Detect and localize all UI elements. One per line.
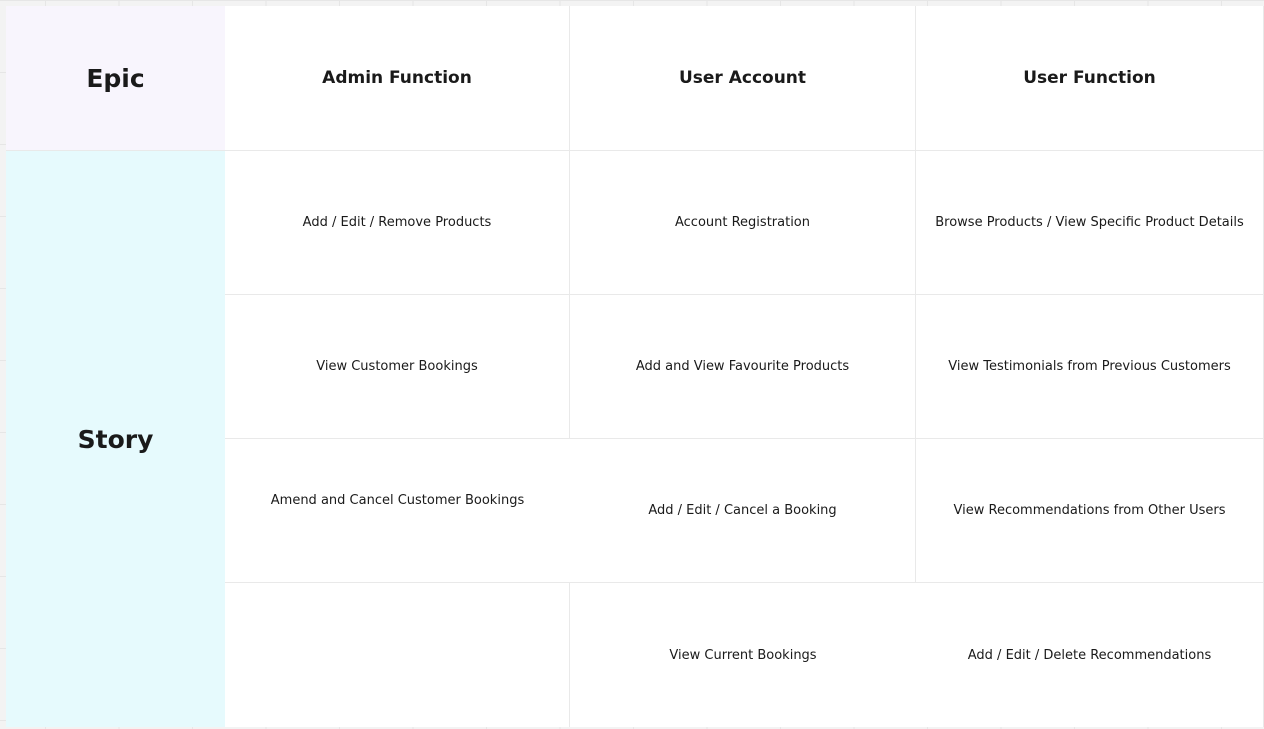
story-cell[interactable]: View Customer Bookings [225, 295, 570, 439]
story-cell[interactable]: Add and View Favourite Products [570, 295, 916, 439]
story-cell[interactable]: Browse Products / View Specific Product … [916, 151, 1263, 295]
story-cell[interactable]: Add / Edit / Cancel a Booking [570, 439, 916, 583]
story-label[interactable]: Story [6, 151, 225, 727]
story-cell[interactable]: View Recommendations from Other Users [916, 439, 1263, 583]
epic-label[interactable]: Epic [6, 6, 225, 151]
story-cell[interactable]: Account Registration [570, 151, 916, 295]
story-cell[interactable]: Add / Edit / Delete Recommendations [916, 583, 1263, 727]
epic-user-function[interactable]: User Function [916, 6, 1263, 151]
story-cell[interactable]: View Current Bookings [570, 583, 916, 727]
epic-story-board: Epic Admin Function User Account User Fu… [6, 6, 1264, 727]
story-cell-empty[interactable] [225, 583, 570, 727]
epic-admin-function[interactable]: Admin Function [225, 6, 570, 151]
story-cell[interactable]: View Testimonials from Previous Customer… [916, 295, 1263, 439]
epic-user-account[interactable]: User Account [570, 6, 916, 151]
story-cell[interactable]: Amend and Cancel Customer Bookings [225, 439, 570, 583]
story-cell[interactable]: Add / Edit / Remove Products [225, 151, 570, 295]
